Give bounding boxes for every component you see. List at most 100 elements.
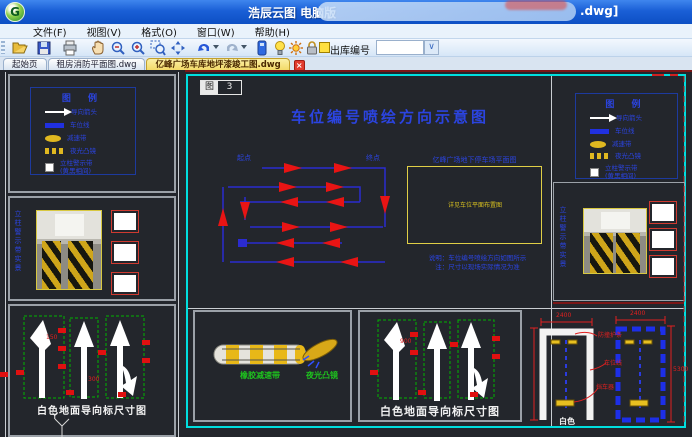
legend-oval-symbol [45,135,61,142]
toolbar: 出库编号 ∨ [0,39,692,57]
frame-line [5,72,6,437]
app-logo-icon: G [5,2,25,22]
undo-dropdown-icon[interactable] [213,45,219,49]
legend-bar-symbol [590,129,609,134]
lock-icon[interactable] [304,40,320,56]
zoom-out-icon[interactable] [110,40,126,56]
bay-annotation: 挡车器 [596,382,614,391]
photo-striped-column [68,241,94,289]
menu-bar: 文件(F) 视图(V) 格式(O) 窗口(W) 帮助(H) [0,24,692,39]
tab-bar: 起始页 租房消防平面图.dwg 亿峰广场车库地坪漆竣工图.dwg × [0,57,692,71]
legend-arrow-symbol [590,117,610,119]
combo-dropdown-icon[interactable]: ∨ [424,40,439,55]
sheet-divider [188,308,684,309]
mirror-label: 夜光凸镜 [294,370,350,381]
sheet-divider [551,76,552,426]
legend-item-label: 夜光凸镜 [70,147,96,155]
menu-help[interactable]: 帮助(H) [252,24,293,39]
legend-oval-symbol [590,141,606,148]
photo-striped-column [42,241,61,289]
title-bar[interactable]: G 浩辰云图 电脑版 .dwg] [0,0,692,24]
white-sample-square [652,204,674,221]
toolbar-grip[interactable] [1,41,5,54]
photo-striped-column [590,233,612,273]
zoom-in-icon[interactable] [130,40,146,56]
arrows-left-section [8,304,176,437]
white-sample-square [652,258,674,275]
route-end-label: 终点 [366,153,380,163]
bay-dim-side: 5300 [673,366,688,373]
redo-dropdown-icon[interactable] [241,45,247,49]
out-number-combo[interactable] [376,40,424,55]
menu-format[interactable]: 格式(O) [138,24,180,39]
color-swatch-icon[interactable] [319,42,330,53]
photo-side-label: 立柱警示带实景 [13,210,23,292]
legend-item-label: 夜光凸镜 [615,152,641,160]
menu-window[interactable]: 窗口(W) [194,24,238,39]
redo-icon[interactable] [224,40,240,56]
save-icon[interactable] [36,40,52,56]
maroon-top-line [185,70,692,72]
ucs-axis-label: Y [52,412,58,422]
legend-box-right: 图 例 导向箭头 车位线 减速带 夜光凸镜 立柱警示带(黄黑相间) [575,93,678,179]
legend-item-label: 车位线 [70,121,90,129]
menu-file[interactable]: 文件(F) [30,24,70,39]
legend-dash-symbol [590,153,609,159]
palette-icon[interactable] [254,40,270,56]
legend-item-label: 导向箭头 [616,114,642,122]
legend-item-label: 车位线 [615,127,635,135]
arrow-panel-label-left: 白色地面导向标尺寸图 [10,402,174,417]
photo-beam [55,214,84,236]
plan-inner-note: 详见车位平面布置图 [410,200,540,209]
white-sample-square [114,244,136,261]
pan-hand-icon[interactable] [90,40,106,56]
open-icon[interactable] [12,40,28,56]
legend-item-label: 减速带 [67,134,87,142]
legend-title: 图 例 [31,91,135,104]
garage-photo-right [583,208,647,274]
legend-dash-symbol [45,148,64,154]
app-window: G 浩辰云图 电脑版 .dwg] 文件(F) 视图(V) 格式(O) 窗口(W)… [0,0,692,437]
bay-dim-top: 2400 [556,312,571,319]
bay-white-label: 白色 [548,416,586,427]
sheet-main-title: 车位编号喷绘方向示意图 [240,106,540,127]
legend-item-label: 导向箭头 [71,108,97,116]
print-icon[interactable] [62,40,78,56]
window-title-suffix: .dwg] [580,4,618,18]
legend-item-label: 立柱警示带(黄黑相间) [60,159,93,175]
stamp-number: 3 [218,81,241,94]
legend-square-symbol [45,163,54,172]
legend-bar-symbol [45,123,64,128]
speed-bump-panel [193,310,352,422]
figure-stamp: 图 3 [200,80,242,95]
white-sample-square [114,275,136,292]
maroon-line [553,302,684,304]
garage-photo-left [36,210,102,290]
legend-item-label: 减速带 [612,140,632,148]
bay-annotation: 车位线 [604,358,622,367]
bulb-icon[interactable] [272,40,288,56]
menu-view[interactable]: 视图(V) [84,24,125,39]
frame-line [178,72,179,437]
route-start-label: 起点 [237,153,251,163]
undo-icon[interactable] [196,40,212,56]
arrow-dim: 150 [46,334,57,341]
zoom-extents-icon[interactable] [170,40,186,56]
plan-note-2: 注：尺寸以现场实际情况为准 [395,261,560,271]
arrow-dim: 300 [88,376,99,383]
out-number-label: 出库编号 [330,42,370,57]
plan-caption: 亿峰广场地下停车场平面图 [407,155,542,165]
photo-beam [601,212,630,230]
photo-striped-column [616,233,640,273]
censor-red-smudge [505,0,567,10]
stamp-prefix: 图 [201,81,218,94]
drawing-canvas[interactable]: 图 例 导向箭头 车位线 减速带 夜光凸镜 立柱警示带(黄黑相间) 立柱警示带实… [0,70,692,437]
brightness-icon[interactable] [288,40,304,56]
legend-title: 图 例 [576,97,677,110]
legend-square-symbol [590,168,599,177]
legend-box-left: 图 例 导向箭头 车位线 减速带 夜光凸镜 立柱警示带(黄黑相间) [30,87,136,175]
legend-arrow-symbol [45,111,65,113]
zoom-window-icon[interactable] [150,40,166,56]
arrow-dim: 900 [400,338,411,345]
white-sample-square [652,231,674,248]
